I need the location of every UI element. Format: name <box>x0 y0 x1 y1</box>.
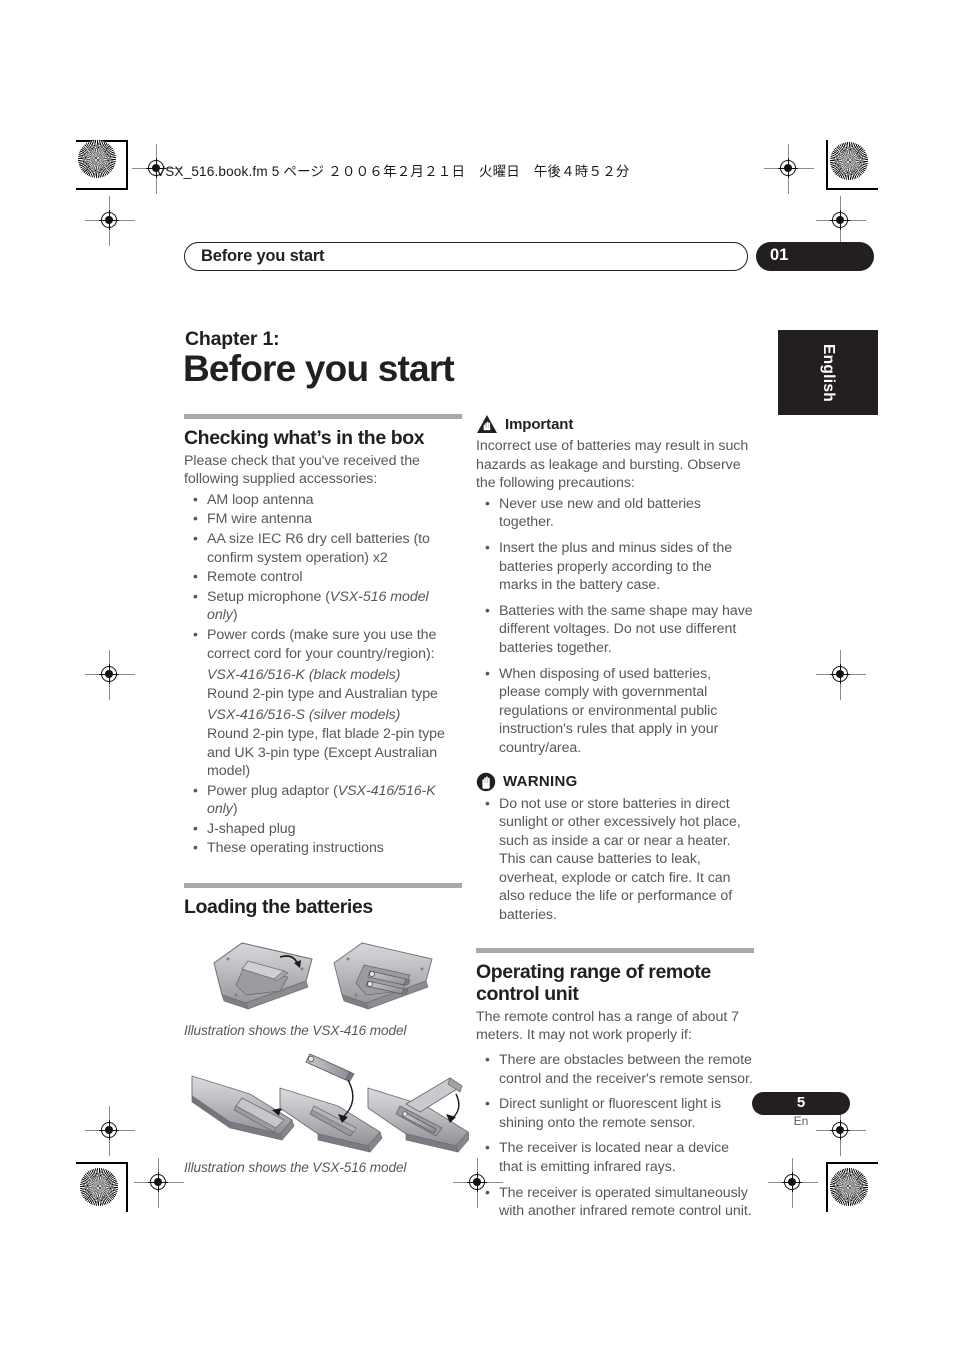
list-item: There are obstacles between the remote c… <box>476 1050 754 1088</box>
registration-crosshair-right-middle <box>816 650 866 700</box>
remote-illustration-vsx516 <box>191 1053 469 1153</box>
list-item: Direct sunlight or fluorescent light is … <box>476 1094 754 1132</box>
list-item: FM wire antenna <box>184 509 462 529</box>
list-item: The receiver is operated simultaneously … <box>476 1183 754 1221</box>
operating-range-list: There are obstacles between the remote c… <box>476 1050 754 1221</box>
registration-crosshair-left-middle <box>85 650 135 700</box>
running-header-title: Before you start <box>201 247 325 265</box>
list-item: The receiver is located near a device th… <box>476 1138 754 1176</box>
section-rule-operating-range <box>476 947 754 953</box>
crop-mark-bottom-left-h <box>76 1162 128 1164</box>
crop-mark-bottom-right-h <box>826 1162 878 1164</box>
registration-rosette-bottom-left <box>80 1168 118 1206</box>
crop-mark-top-left-v <box>126 140 128 190</box>
page-number-badge: 5 <box>752 1092 850 1115</box>
power-cord-variant-silver-desc: Round 2-pin type, flat blade 2-pin type … <box>207 725 445 780</box>
operating-range-intro-text: The remote control has a range of about … <box>476 1008 739 1044</box>
figure-caption-vsx516: Illustration shows the VSX-516 model <box>184 1159 407 1175</box>
figure-vsx416-remote <box>184 933 462 1019</box>
checking-intro-text: Please check that you've received the fo… <box>184 452 420 488</box>
power-cords-text: Power cords (make sure you use the corre… <box>207 626 437 662</box>
list-item: Never use new and old batteries together… <box>476 494 754 532</box>
list-item: Do not use or store batteries in direct … <box>476 793 754 925</box>
list-item-power-plug-adaptor: Power plug adaptor (VSX-416/516-K only) <box>184 781 462 819</box>
list-item: When disposing of used batteries, please… <box>476 664 754 758</box>
setup-mic-tail: ) <box>232 607 238 624</box>
figure-caption-vsx416: Illustration shows the VSX-416 model <box>184 1022 407 1038</box>
remote-view-close-lid <box>367 1077 469 1153</box>
list-item: J-shaped plug <box>184 819 462 839</box>
remote-body-open <box>213 942 313 1010</box>
warning-circle-hand-icon <box>476 772 496 791</box>
warning-triangle-hand-icon <box>477 415 497 433</box>
chapter-number-badge: 01 <box>756 242 874 271</box>
list-item: Insert the plus and minus sides of the b… <box>476 538 754 595</box>
important-label: Important <box>505 415 574 433</box>
left-column: Checking what’s in the box Please check … <box>184 414 469 1175</box>
plug-adaptor-text: Power plug adaptor ( <box>207 782 338 799</box>
page-language-code: En <box>793 1114 809 1128</box>
heading-operating-range: Operating range of remote control unit <box>476 960 711 1006</box>
plug-adaptor-tail: ) <box>232 801 238 818</box>
remote-illustration-vsx416 <box>213 942 433 1010</box>
crop-mark-bottom-left-v <box>126 1162 128 1212</box>
warning-label: WARNING <box>503 773 578 790</box>
important-notice-header: Important <box>476 414 754 434</box>
running-header: Before you start <box>184 242 748 271</box>
registration-crosshair-left-upper <box>85 196 135 246</box>
power-cord-variant-black-desc: Round 2-pin type and Australian type <box>207 685 438 702</box>
registration-rosette-top-left <box>78 140 116 178</box>
setup-mic-text: Setup microphone ( <box>207 588 330 605</box>
crop-mark-top-right-h <box>826 188 878 190</box>
power-cord-variant-black-model: VSX-416/516-K (black models) <box>207 667 401 684</box>
registration-crosshair-left-lower <box>85 1106 135 1156</box>
power-cord-variant-black: VSX-416/516-K (black models) Round 2-pin… <box>207 666 462 703</box>
figure-vsx516-remote <box>184 1048 469 1156</box>
crop-mark-top-left-h2 <box>76 188 128 190</box>
right-column: Important Incorrect use of batteries may… <box>476 414 754 1228</box>
language-tab-label: English <box>820 343 837 402</box>
registration-crosshair-bottom-right <box>768 1158 818 1208</box>
important-intro-text: Incorrect use of batteries may result in… <box>476 438 749 492</box>
page-number: 5 <box>796 1094 806 1111</box>
crop-mark-top-right-v <box>826 140 828 190</box>
warning-list: Do not use or store batteries in direct … <box>476 793 754 925</box>
list-item: Remote control <box>184 567 462 587</box>
registration-rosette-bottom-right <box>830 1168 868 1206</box>
page-title: Before you start <box>183 348 455 389</box>
registration-rosette-top-right <box>830 142 868 180</box>
registration-crosshair-bottom-left <box>134 1158 184 1208</box>
registration-crosshair-top-right <box>764 144 814 194</box>
power-cord-variant-silver-model: VSX-416/516-S (silver models) <box>207 707 401 724</box>
remote-body-with-batteries <box>333 942 433 1010</box>
remote-view-insert-battery <box>279 1053 383 1153</box>
crop-mark-bottom-right-v <box>826 1162 828 1212</box>
language-tab: English <box>778 330 878 415</box>
list-item: AM loop antenna <box>184 490 462 510</box>
power-cord-variant-silver: VSX-416/516-S (silver models) Round 2-pi… <box>207 706 462 780</box>
accessories-list: AM loop antenna FM wire antenna AA size … <box>184 490 462 858</box>
heading-checking-whats-in-the-box: Checking what’s in the box <box>184 427 425 449</box>
list-item: These operating instructions <box>184 839 462 858</box>
warning-notice-header: WARNING <box>476 772 754 792</box>
file-slug-line: VSX_516.book.fm 5 ページ ２００６年２月２１日 火曜日 午後４… <box>156 164 630 179</box>
heading-loading-the-batteries: Loading the batteries <box>184 896 373 919</box>
important-list: Never use new and old batteries together… <box>476 494 754 758</box>
section-rule-checking <box>184 414 462 419</box>
list-item-power-cords: Power cords (make sure you use the corre… <box>184 625 462 781</box>
section-rule-batteries <box>184 883 462 889</box>
list-item: AA size IEC R6 dry cell batteries (to co… <box>184 529 462 567</box>
list-item: Batteries with the same shape may have d… <box>476 601 754 658</box>
list-item-setup-microphone: Setup microphone (VSX-516 model only) <box>184 587 462 625</box>
battery-cell-floating <box>305 1053 355 1082</box>
registration-crosshair-right-upper <box>816 196 866 246</box>
chapter-number-label: 01 <box>770 246 789 264</box>
